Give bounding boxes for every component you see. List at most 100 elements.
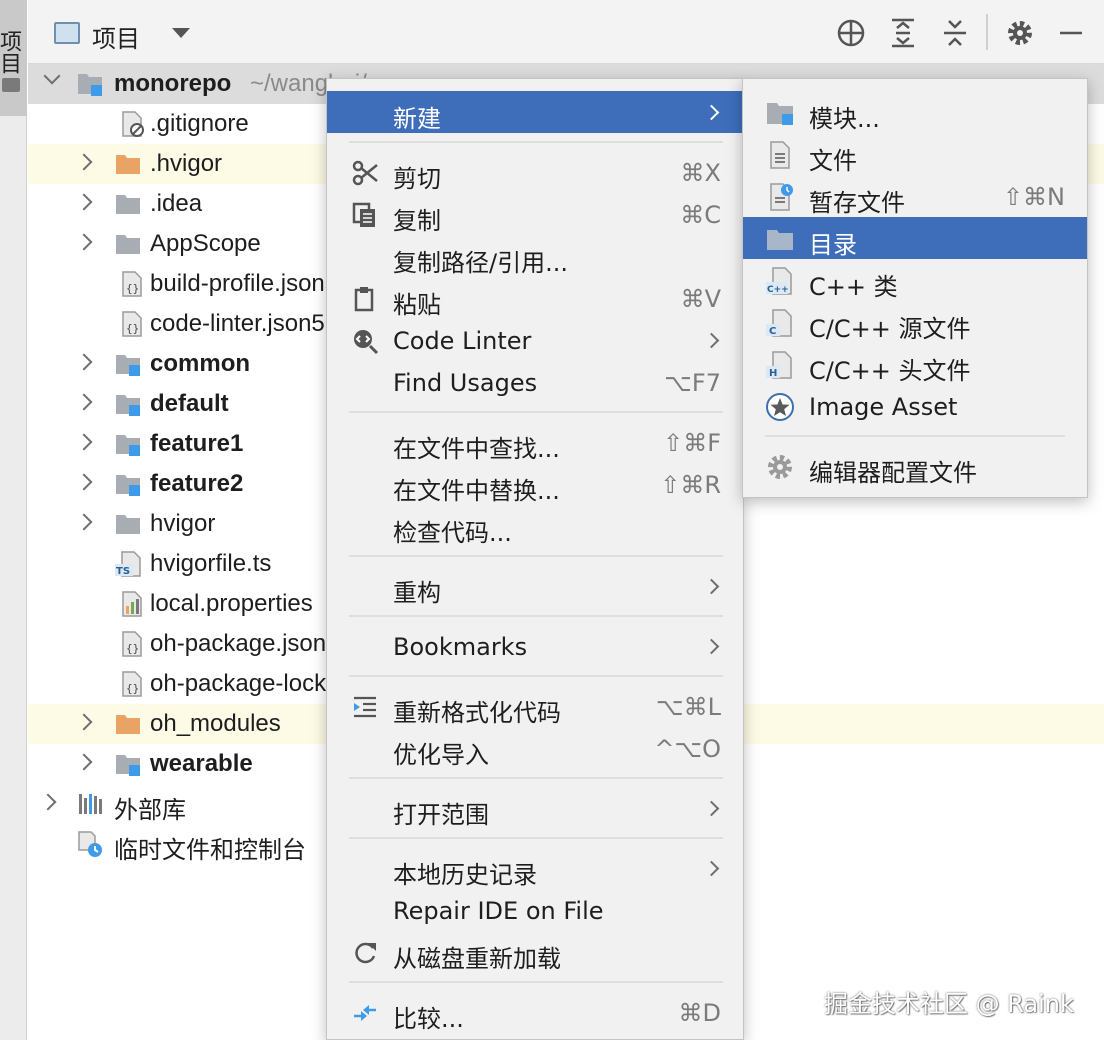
submenu-item-module[interactable]: 模块... [743, 91, 1087, 133]
menu-item-reformat[interactable]: 重新格式化代码 ⌥⌘L [327, 685, 743, 727]
submenu-item-label: 文件 [809, 147, 857, 175]
project-tool-tab[interactable]: 项目 [0, 0, 27, 116]
menu-item-label: 在文件中替换... [393, 477, 560, 505]
gear-icon [768, 455, 792, 479]
submenu-item-cpp-class[interactable]: C++ C++ 类 [743, 259, 1087, 301]
menu-item-label: 复制 [393, 207, 441, 235]
module-folder-icon [116, 395, 140, 416]
chevron-right-icon[interactable] [75, 393, 93, 411]
menu-item-shortcut: ⇧⌘F [663, 429, 721, 457]
chevron-right-icon [703, 638, 720, 655]
menu-item-label: 优化导入 [393, 741, 489, 769]
menu-separator [349, 837, 723, 839]
submenu-item-label: 编辑器配置文件 [809, 459, 977, 487]
chevron-right-icon[interactable] [75, 473, 93, 491]
clipboard-icon [354, 287, 374, 312]
submenu-item-editorconfig[interactable]: 编辑器配置文件 [743, 445, 1087, 487]
menu-item-repair-ide[interactable]: Repair IDE on File [327, 889, 743, 931]
menu-separator [349, 675, 723, 677]
chevron-right-icon[interactable] [75, 513, 93, 531]
file-icon [770, 141, 790, 169]
tree-item-label: hvigorfile.ts [150, 550, 272, 577]
menu-item-open-in[interactable]: 打开范围 [327, 787, 743, 829]
tree-item-label: feature2 [150, 470, 244, 497]
compare-icon [354, 1005, 376, 1021]
menu-item-copy-path[interactable]: 复制路径/引用... [327, 235, 743, 277]
gear-icon[interactable] [1003, 16, 1037, 50]
module-folder-icon [116, 435, 140, 456]
menu-item-new[interactable]: 新建 [327, 91, 743, 133]
chevron-right-icon[interactable] [75, 713, 93, 731]
chevron-right-icon[interactable] [75, 753, 93, 771]
menu-item-bookmarks[interactable]: Bookmarks [327, 625, 743, 667]
submenu-item-c-source[interactable]: C C/C++ 源文件 [743, 301, 1087, 343]
menu-item-label: Repair IDE on File [393, 897, 604, 925]
json-file-icon: {} [122, 671, 142, 697]
menu-item-shortcut: ⇧⌘R [660, 471, 721, 499]
menu-item-replace-in-files[interactable]: 在文件中替换... ⇧⌘R [327, 463, 743, 505]
chevron-right-icon[interactable] [75, 233, 93, 251]
tree-item-label: build-profile.json5 [150, 270, 339, 297]
copy-icon [352, 202, 375, 227]
ts-file-icon: TS [115, 551, 141, 577]
menu-item-code-linter[interactable]: Code Linter [327, 319, 743, 361]
menu-item-compare[interactable]: 比较... ⌘D [327, 991, 743, 1033]
submenu-item-scratch[interactable]: 暂存文件 ⇧⌘N [743, 175, 1087, 217]
project-toolbar: 项目 [28, 0, 1104, 64]
menu-item-copy[interactable]: 复制 ⌘C [327, 193, 743, 235]
cpp-class-icon: C++ [766, 267, 792, 295]
menu-item-inspect-code[interactable]: 检查代码... [327, 505, 743, 547]
collapse-all-icon[interactable] [938, 16, 972, 50]
minimize-icon[interactable] [1054, 16, 1088, 50]
submenu-item-image-asset[interactable]: Image Asset [743, 385, 1087, 427]
menu-item-find-usages[interactable]: Find Usages ⌥F7 [327, 361, 743, 403]
submenu-item-label: Image Asset [809, 393, 958, 421]
module-folder-icon [767, 103, 793, 125]
svg-text:C: C [769, 326, 776, 337]
folder-icon [2, 78, 20, 92]
scissors-icon [352, 160, 378, 186]
menu-item-paste[interactable]: 粘贴 ⌘V [327, 277, 743, 319]
chevron-right-icon[interactable] [75, 193, 93, 211]
folder-icon [116, 235, 140, 254]
folder-icon [767, 230, 793, 250]
menu-item-reload[interactable]: 从磁盘重新加载 [327, 931, 743, 973]
menu-item-shortcut: ⌘V [680, 285, 721, 313]
menu-item-cut[interactable]: 剪切 ⌘X [327, 151, 743, 193]
project-view-title[interactable]: 项目 [92, 19, 140, 54]
submenu-item-label: 目录 [809, 231, 857, 259]
json-file-icon: {} [122, 631, 142, 657]
tree-item-label: code-linter.json5 [150, 310, 325, 337]
reload-icon [355, 942, 376, 964]
chevron-right-icon[interactable] [39, 793, 57, 811]
menu-item-shortcut: ⌘C [680, 201, 721, 229]
tree-item-label: feature1 [150, 430, 244, 457]
tree-item-label: .hvigor [150, 150, 223, 177]
tree-item-label: .gitignore [150, 110, 249, 137]
locate-icon[interactable] [834, 16, 868, 50]
svg-text:C++: C++ [767, 285, 789, 295]
chevron-right-icon[interactable] [75, 433, 93, 451]
tree-item-label: default [150, 390, 229, 417]
submenu-item-file[interactable]: 文件 [743, 133, 1087, 175]
menu-item-optimize-imports[interactable]: 优化导入 ^⌥O [327, 727, 743, 769]
chevron-right-icon[interactable] [75, 353, 93, 371]
chevron-right-icon [703, 578, 720, 595]
c-header-icon: H [766, 351, 792, 379]
chevron-right-icon [703, 860, 720, 877]
submenu-item-shortcut: ⇧⌘N [1002, 183, 1065, 211]
menu-separator [349, 555, 723, 557]
menu-item-find-in-files[interactable]: 在文件中查找... ⇧⌘F [327, 421, 743, 463]
chevron-down-icon[interactable] [172, 28, 190, 38]
tree-item-label: oh_modules [150, 710, 281, 737]
expand-all-icon[interactable] [886, 16, 920, 50]
menu-item-refactor[interactable]: 重构 [327, 565, 743, 607]
chevron-right-icon[interactable] [75, 153, 93, 171]
submenu-item-c-header[interactable]: H C/C++ 头文件 [743, 343, 1087, 385]
menu-item-label: Code Linter [393, 327, 532, 355]
chevron-down-icon[interactable] [43, 67, 61, 85]
menu-item-local-history[interactable]: 本地历史记录 [327, 847, 743, 889]
folder-icon [116, 195, 140, 214]
chevron-right-icon [703, 104, 720, 121]
submenu-item-directory[interactable]: 目录 [743, 217, 1087, 259]
